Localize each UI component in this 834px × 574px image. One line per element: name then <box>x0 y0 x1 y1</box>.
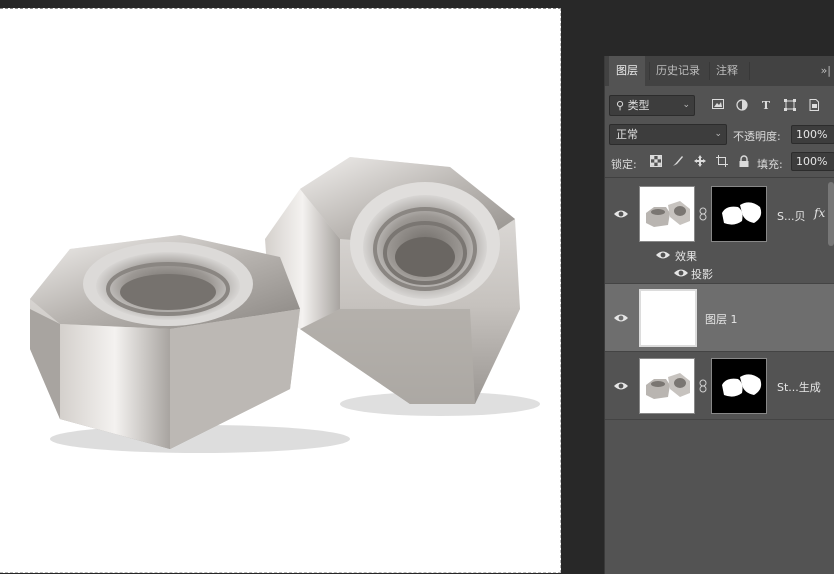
type-filter-icon[interactable]: T <box>759 99 773 113</box>
image-filter-icon[interactable] <box>711 99 725 113</box>
fill-input[interactable]: 100% <box>791 152 834 171</box>
layer-name[interactable]: St...生成 <box>777 379 821 395</box>
filter-row: ⚲ 类型 ⌄ T <box>605 92 834 120</box>
lock-row: 锁定: 填充: 100% <box>605 150 834 174</box>
fill-label: 填充: <box>757 158 783 171</box>
layer-thumbnail[interactable] <box>639 289 697 347</box>
lock-position-icon[interactable] <box>693 155 707 169</box>
effects-group-row[interactable]: 效果 <box>605 246 834 264</box>
opacity-input[interactable]: 100% <box>791 125 834 144</box>
smart-object-filter-icon[interactable] <box>807 99 821 113</box>
hex-nuts-image <box>30 157 540 453</box>
layer-thumbnail[interactable] <box>639 358 695 414</box>
lock-transparent-pixels-icon[interactable] <box>649 155 663 169</box>
layer-effects-fx-icon[interactable]: fx <box>814 206 825 220</box>
eye-icon[interactable] <box>613 312 629 324</box>
chevron-down-icon: ⌄ <box>714 129 722 139</box>
blend-mode-dropdown[interactable]: 正常 ⌄ <box>609 124 727 145</box>
document-canvas[interactable] <box>0 8 561 573</box>
tab-layers[interactable]: 图层 <box>609 56 645 86</box>
left-nut <box>30 235 300 449</box>
eye-icon[interactable] <box>673 267 689 279</box>
opacity-label: 不透明度: <box>733 130 781 143</box>
layers-panel: 图层 历史记录 注释 »| ⚲ 类型 ⌄ T 正常 ⌄ 不透明度: 100% 锁… <box>604 56 834 574</box>
blend-mode-value: 正常 <box>616 128 638 141</box>
eye-icon[interactable] <box>655 249 671 261</box>
blend-row: 正常 ⌄ 不透明度: 100% <box>605 122 834 148</box>
layer-mask-thumbnail[interactable] <box>711 186 767 242</box>
panel-menu-button[interactable]: »| <box>821 56 831 86</box>
eye-icon[interactable] <box>613 208 629 220</box>
link-chain-icon[interactable] <box>698 207 708 221</box>
layer-thumbnail[interactable] <box>639 186 695 242</box>
layer-name[interactable]: S...贝 <box>777 208 805 224</box>
effect-item-label: 投影 <box>691 268 713 281</box>
link-chain-icon[interactable] <box>698 379 708 393</box>
filter-kind-dropdown[interactable]: ⚲ 类型 ⌄ <box>609 95 695 116</box>
layers-scrollbar[interactable] <box>828 182 834 246</box>
layer-row-smart-copy[interactable]: S...贝 fx 效果 投影 <box>605 178 834 284</box>
panel-tabbar: 图层 历史记录 注释 »| <box>605 56 834 86</box>
layer-row-layer-1[interactable]: 图层 1 <box>605 284 834 352</box>
lock-artboard-icon[interactable] <box>715 155 729 169</box>
shape-filter-icon[interactable] <box>783 99 797 113</box>
layer-row-smart-generated[interactable]: St...生成 <box>605 352 834 420</box>
tab-notes[interactable]: 注释 <box>709 56 745 86</box>
right-nut <box>265 157 520 404</box>
filter-kind-label: 类型 <box>627 99 650 112</box>
canvas-workspace[interactable] <box>0 0 590 574</box>
effect-item-drop-shadow[interactable]: 投影 <box>605 264 834 282</box>
tab-history[interactable]: 历史记录 <box>649 56 707 86</box>
eye-icon[interactable] <box>613 380 629 392</box>
chevron-down-icon: ⌄ <box>682 100 690 110</box>
lock-image-pixels-icon[interactable] <box>671 155 685 169</box>
effects-group-label: 效果 <box>675 250 697 263</box>
lock-label: 锁定: <box>611 158 637 171</box>
photoshop-window: 图层 历史记录 注释 »| ⚲ 类型 ⌄ T 正常 ⌄ 不透明度: 100% 锁… <box>0 0 834 574</box>
lock-all-icon[interactable] <box>737 155 751 169</box>
layer-name[interactable]: 图层 1 <box>705 311 738 327</box>
search-icon: ⚲ <box>616 99 628 112</box>
layer-mask-thumbnail[interactable] <box>711 358 767 414</box>
adjustment-filter-icon[interactable] <box>735 99 749 113</box>
